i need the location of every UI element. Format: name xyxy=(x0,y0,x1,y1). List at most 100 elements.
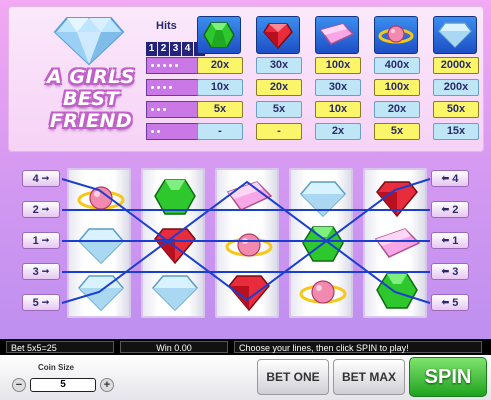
arrow-left-icon: ⬅ xyxy=(441,173,450,183)
arrow-left-icon: ⬅ xyxy=(441,235,450,245)
line-button-left-3[interactable]: 3 ➞ xyxy=(22,263,60,280)
paytable-symbol-emerald xyxy=(197,16,241,54)
logo-line-1: A GIRLS xyxy=(47,66,135,88)
hits-row-5 xyxy=(146,57,199,74)
paytable-symbol-diamond xyxy=(433,16,477,54)
line-button-right-5[interactable]: ⬅ 5 xyxy=(431,294,469,311)
game-stage: A GIRLS BEST FRIEND Hits 1 2 3 4 5 xyxy=(0,0,491,400)
line-button-right-2[interactable]: ⬅ 2 xyxy=(431,201,469,218)
hits-row-3 xyxy=(146,101,199,118)
payout-cell: 10x xyxy=(315,101,361,118)
line-number: 5 xyxy=(32,296,39,309)
line-button-left-2[interactable]: 2 ➞ xyxy=(22,201,60,218)
logo-line-2: BEST FRIEND xyxy=(49,88,133,132)
emerald-gem-icon xyxy=(376,273,418,309)
paytable-panel: A GIRLS BEST FRIEND Hits 1 2 3 4 5 xyxy=(8,6,484,152)
ruby-gem-icon xyxy=(263,23,293,50)
paytable-symbol-ruby xyxy=(256,16,300,54)
reel-5 xyxy=(363,168,427,318)
line-button-left-4[interactable]: 4 ➞ xyxy=(22,170,60,187)
hits-number: 3 xyxy=(170,42,181,56)
arrow-right-icon: ➞ xyxy=(41,173,50,183)
payout-cell: 2x xyxy=(315,123,361,140)
reels-area: 4 ➞ 2 ➞ 1 ➞ 3 ➞ 5 ➞ ⬅ 4 ⬅ 2 ⬅ 1 ⬅ 3 ⬅ 5 xyxy=(0,160,491,330)
arrow-right-icon: ➞ xyxy=(41,266,50,276)
emerald-gem-icon xyxy=(203,22,235,48)
line-number: 3 xyxy=(32,265,39,278)
emerald-gem-icon xyxy=(154,179,196,215)
line-number: 4 xyxy=(452,172,459,185)
line-button-right-3[interactable]: ⬅ 3 xyxy=(431,263,469,280)
diamond-gem-icon xyxy=(299,181,347,218)
spin-button[interactable]: SPIN xyxy=(409,357,487,397)
pink-planet-gem-icon xyxy=(299,280,347,304)
payout-cell: 200x xyxy=(433,79,479,96)
line-number: 2 xyxy=(452,203,459,216)
coin-size-decrease-button[interactable]: − xyxy=(12,378,26,392)
coin-size-label: Coin Size xyxy=(38,363,75,372)
payout-cell: 100x xyxy=(374,79,420,96)
payout-cell: 20x xyxy=(374,101,420,118)
controls-panel: Coin Size − 5 + BET ONE BET MAX SPIN xyxy=(0,355,491,400)
pink-crystal-icon xyxy=(374,228,421,258)
payout-cell: 100x xyxy=(315,57,361,74)
diamond-gem-icon xyxy=(151,275,199,312)
pink-crystal-icon xyxy=(319,23,355,45)
payout-cell: 2000x xyxy=(433,57,479,74)
ruby-gem-icon xyxy=(228,275,270,312)
arrow-right-icon: ➞ xyxy=(41,204,50,214)
pink-planet-gem-icon xyxy=(225,233,273,257)
arrow-right-icon: ➞ xyxy=(41,297,50,307)
line-button-right-4[interactable]: ⬅ 4 xyxy=(431,170,469,187)
payout-cell: 30x xyxy=(315,79,361,96)
line-number: 1 xyxy=(452,234,459,247)
hits-row-4 xyxy=(146,79,199,96)
diamond-gem-icon xyxy=(77,275,125,312)
payout-cell: 5x xyxy=(256,101,302,118)
ruby-gem-icon xyxy=(154,228,196,265)
ruby-gem-icon xyxy=(376,181,418,218)
paytable-symbol-pink-crystal xyxy=(315,16,359,54)
arrow-left-icon: ⬅ xyxy=(441,266,450,276)
paytable-symbol-pink-planet xyxy=(374,16,418,54)
coin-size-increase-button[interactable]: + xyxy=(100,378,114,392)
line-button-left-1[interactable]: 1 ➞ xyxy=(22,232,60,249)
reel-4 xyxy=(289,168,353,318)
arrow-left-icon: ⬅ xyxy=(441,204,450,214)
game-logo-title: A GIRLS BEST FRIEND xyxy=(32,66,150,132)
payout-cell: 30x xyxy=(256,57,302,74)
bet-display: Bet 5x5=25 xyxy=(6,341,114,353)
pink-crystal-icon xyxy=(226,181,273,211)
reel-1 xyxy=(67,168,131,318)
reel-3 xyxy=(215,168,279,318)
line-number: 4 xyxy=(32,172,39,185)
line-number: 3 xyxy=(452,265,459,278)
diamond-gem-icon xyxy=(77,228,125,265)
arrow-right-icon: ➞ xyxy=(41,235,50,245)
coin-size-value: 5 xyxy=(30,378,96,392)
hits-number: 2 xyxy=(158,42,169,56)
diamond-gem-icon xyxy=(438,22,472,49)
bet-max-button[interactable]: BET MAX xyxy=(333,359,405,395)
pink-planet-gem-icon xyxy=(378,25,414,44)
reel-2 xyxy=(141,168,205,318)
payout-cell: 5x xyxy=(374,123,420,140)
payout-cell: 400x xyxy=(374,57,420,74)
hits-label: Hits xyxy=(156,20,177,32)
payout-cell: 20x xyxy=(197,57,243,74)
line-button-left-5[interactable]: 5 ➞ xyxy=(22,294,60,311)
hits-number: 4 xyxy=(182,42,193,56)
line-button-right-1[interactable]: ⬅ 1 xyxy=(431,232,469,249)
payout-cell: 5x xyxy=(197,101,243,118)
emerald-gem-icon xyxy=(302,226,344,262)
win-display: Win 0.00 xyxy=(120,341,228,353)
diamond-logo-icon xyxy=(53,17,125,66)
payout-cell: - xyxy=(197,123,243,140)
payout-cell: 50x xyxy=(433,101,479,118)
payout-cell: 15x xyxy=(433,123,479,140)
line-number: 5 xyxy=(452,296,459,309)
bet-one-button[interactable]: BET ONE xyxy=(257,359,329,395)
line-number: 2 xyxy=(32,203,39,216)
payout-cell: 20x xyxy=(256,79,302,96)
hits-row-2 xyxy=(146,123,199,140)
